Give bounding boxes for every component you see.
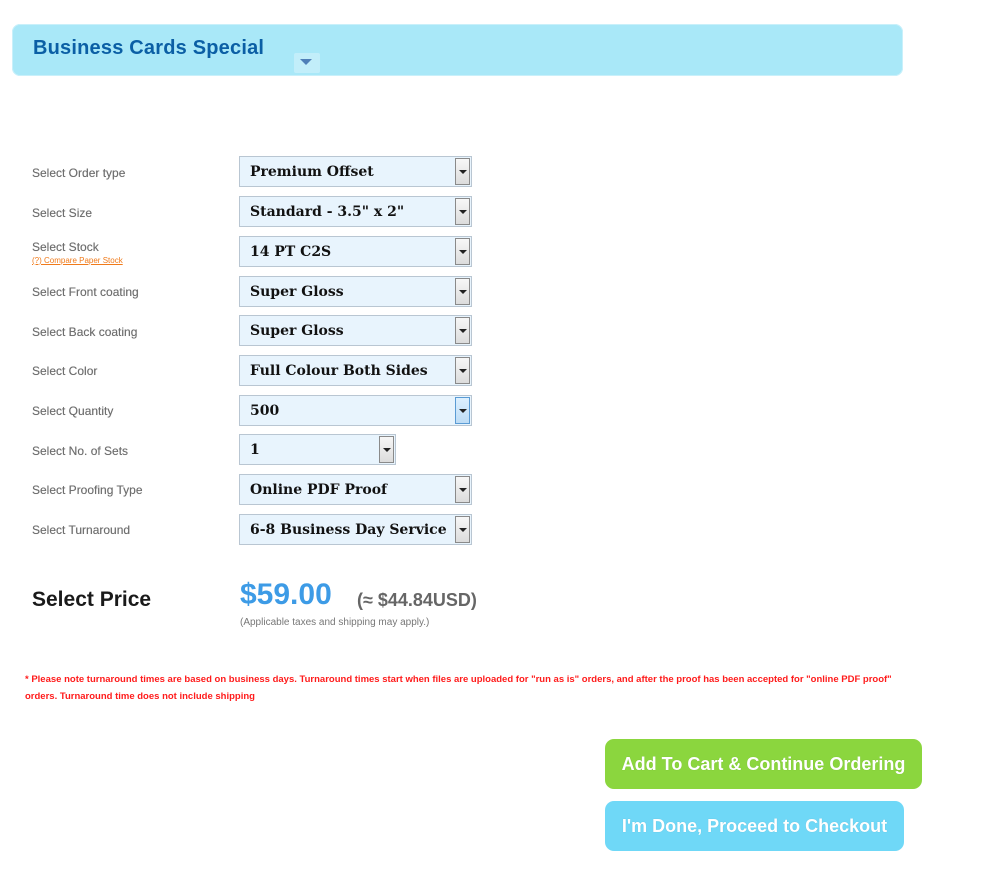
dropdown-arrow-icon[interactable] xyxy=(455,278,470,305)
dropdown-arrow-icon[interactable] xyxy=(455,476,470,503)
price-value: $59.00 xyxy=(240,578,332,611)
color-value: Full Colour Both Sides xyxy=(250,363,428,379)
dropdown-arrow-icon[interactable] xyxy=(455,198,470,225)
back-coating-label: Select Back coating xyxy=(32,325,138,339)
price-usd-equivalent: (≈ $44.84USD) xyxy=(357,590,477,610)
dropdown-arrow-icon[interactable] xyxy=(455,317,470,344)
proofing-type-select[interactable]: Online PDF Proof xyxy=(239,474,472,505)
dropdown-arrow-icon[interactable] xyxy=(455,238,470,265)
turnaround-value: 6-8 Business Day Service xyxy=(250,522,447,538)
size-label: Select Size xyxy=(32,206,93,220)
product-header[interactable]: Business Cards Special xyxy=(12,24,903,76)
sets-select[interactable]: 1 xyxy=(239,434,396,465)
dropdown-arrow-icon[interactable] xyxy=(455,397,470,424)
stock-label: Select Stock xyxy=(32,240,99,254)
back-coating-value: Super Gloss xyxy=(250,323,344,339)
stock-select[interactable]: 14 PT C2S xyxy=(239,236,472,267)
color-select[interactable]: Full Colour Both Sides xyxy=(239,355,472,386)
size-value: Standard - 3.5" x 2" xyxy=(250,204,405,220)
dropdown-arrow-icon[interactable] xyxy=(455,516,470,543)
dropdown-arrow-icon[interactable] xyxy=(455,158,470,185)
stock-value: 14 PT C2S xyxy=(250,244,332,260)
order-type-select[interactable]: Premium Offset xyxy=(239,156,472,187)
sets-label: Select No. of Sets xyxy=(32,444,129,458)
price-label: Select Price xyxy=(32,588,152,611)
add-to-cart-button[interactable]: Add To Cart & Continue Ordering xyxy=(605,739,922,789)
sets-value: 1 xyxy=(250,442,260,458)
order-type-label: Select Order type xyxy=(32,166,126,180)
turnaround-notice: * Please note turnaround times are based… xyxy=(25,674,892,702)
price-note: (Applicable taxes and shipping may apply… xyxy=(240,617,430,628)
turnaround-label: Select Turnaround xyxy=(32,523,131,537)
compare-paper-stock-link[interactable]: (?) Compare Paper Stock xyxy=(32,256,123,265)
chevron-down-icon[interactable] xyxy=(300,59,312,65)
front-coating-label: Select Front coating xyxy=(32,285,139,299)
product-title: Business Cards Special xyxy=(33,37,265,59)
quantity-label: Select Quantity xyxy=(32,404,114,418)
front-coating-value: Super Gloss xyxy=(250,284,344,300)
size-select[interactable]: Standard - 3.5" x 2" xyxy=(239,196,472,227)
proofing-type-label: Select Proofing Type xyxy=(32,483,143,497)
dropdown-arrow-icon[interactable] xyxy=(379,436,394,463)
quantity-select[interactable]: 500 xyxy=(239,395,472,426)
turnaround-select[interactable]: 6-8 Business Day Service xyxy=(239,514,472,545)
dropdown-arrow-icon[interactable] xyxy=(455,357,470,384)
quantity-value: 500 xyxy=(250,403,280,419)
proofing-type-value: Online PDF Proof xyxy=(250,482,388,498)
checkout-button[interactable]: I'm Done, Proceed to Checkout xyxy=(605,801,904,851)
order-type-value: Premium Offset xyxy=(250,164,374,180)
color-label: Select Color xyxy=(32,364,98,378)
front-coating-select[interactable]: Super Gloss xyxy=(239,276,472,307)
back-coating-select[interactable]: Super Gloss xyxy=(239,315,472,346)
